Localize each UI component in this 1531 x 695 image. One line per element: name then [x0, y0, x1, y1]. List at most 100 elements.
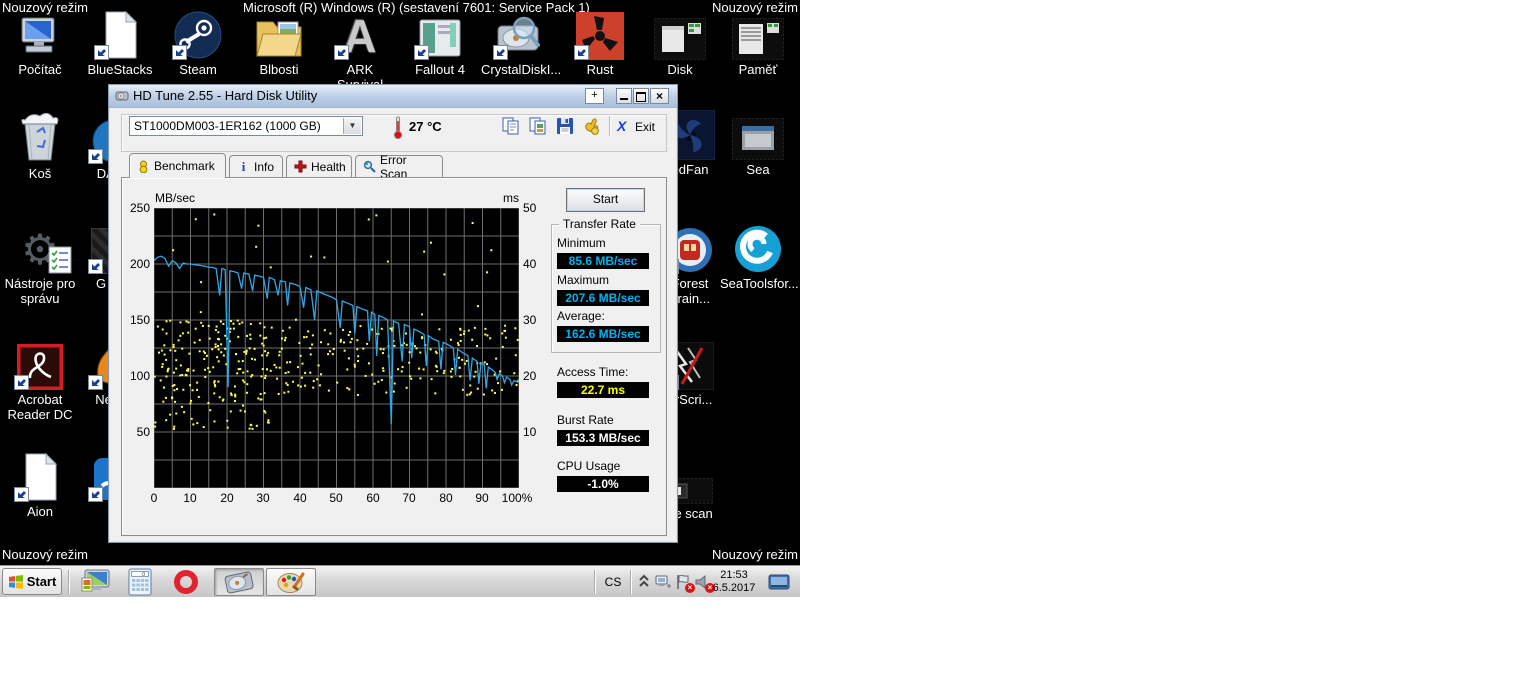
shortcut-arrow-icon: [94, 45, 109, 60]
recycle-bin-icon: [2, 112, 78, 164]
x-tick: 80: [439, 491, 453, 505]
opera-icon[interactable]: [168, 568, 204, 596]
info-icon: i: [241, 159, 246, 174]
ark-icon: A: [322, 8, 398, 60]
action-center-flag-icon[interactable]: ×: [674, 573, 695, 593]
hdtune-taskbar-button[interactable]: [214, 568, 264, 596]
x-tick: 10: [183, 491, 197, 505]
maximize-button[interactable]: [633, 88, 649, 104]
shortcut-arrow-icon: [414, 45, 429, 60]
access-time-value: 22.7 ms: [557, 382, 649, 398]
steam-icon: [160, 8, 236, 60]
shortcut-arrow-icon: [493, 45, 508, 60]
access-time-label: Access Time:: [557, 365, 629, 379]
benchmark-icon: [137, 160, 150, 173]
x-tick: 60: [366, 491, 380, 505]
language-indicator[interactable]: CS: [600, 572, 626, 592]
start-menu-button[interactable]: Start: [2, 568, 62, 595]
x-tick: 0: [150, 491, 158, 505]
tab-health[interactable]: Health: [286, 155, 352, 177]
tab-error-scan[interactable]: Error Scan: [355, 153, 443, 181]
desktop-icon-acrobat[interactable]: Acrobat Reader DC: [2, 338, 78, 422]
tray-clock[interactable]: 21:53 6.5.2017: [706, 569, 762, 595]
burst-rate-label: Burst Rate: [557, 413, 614, 427]
taskbar: Start 0 CS × × 21:53 6.5.2017: [0, 565, 800, 597]
close-button[interactable]: ×: [650, 88, 669, 104]
desktop-icon-steam[interactable]: Steam: [160, 8, 236, 77]
paint-palette-icon: [277, 572, 305, 593]
desktop-icon-sea[interactable]: Sea: [720, 108, 796, 177]
desktop-icon-blbosti[interactable]: Blbosti: [241, 8, 317, 77]
minimum-value: 85.6 MB/sec: [557, 253, 649, 269]
x-tick: 90: [475, 491, 489, 505]
shortcut-arrow-icon: [88, 259, 103, 274]
thermometer-icon: [393, 115, 403, 140]
y-tick-left: 150: [129, 313, 150, 327]
x-tick: 30: [256, 491, 270, 505]
tray-expand-chevron-icon[interactable]: [638, 572, 652, 592]
desktop-icon-crystaldiskinfo[interactable]: CrystalDiskI...: [481, 8, 561, 77]
display-properties-icon[interactable]: [78, 568, 114, 596]
minimize-button[interactable]: [616, 88, 632, 104]
magnifier-icon: [363, 160, 376, 173]
window-titlebar[interactable]: HD Tune 2.55 - Hard Disk Utility + ×: [109, 85, 677, 108]
desktop-icon-disk[interactable]: Disk: [642, 8, 718, 77]
fallout-icon: [402, 8, 478, 60]
network-tray-icon[interactable]: [654, 573, 672, 591]
x-tick: 50: [329, 491, 343, 505]
toolbar-separator: [609, 116, 610, 136]
tab-info[interactable]: i Info: [229, 155, 283, 177]
shortcut-arrow-icon: [14, 375, 29, 390]
desktop-icon-pocitac[interactable]: Počítač: [2, 8, 78, 77]
show-desktop-icon[interactable]: [768, 574, 790, 590]
paint-taskbar-button[interactable]: [266, 568, 316, 596]
icon-label: Blbosti: [259, 62, 299, 77]
tab-label: Info: [254, 159, 275, 174]
crystaldisk-icon: [481, 8, 557, 60]
exit-icon[interactable]: X: [617, 118, 626, 134]
window-thumbnail-icon: [720, 8, 796, 60]
pin-button[interactable]: +: [585, 88, 604, 104]
desktop-icon-rust[interactable]: Rust: [562, 8, 638, 77]
window-title: HD Tune 2.55 - Hard Disk Utility: [133, 88, 318, 103]
health-cross-icon: [294, 160, 307, 173]
desktop-icon-bluestacks[interactable]: BlueStacks: [82, 8, 158, 77]
tab-label: Health: [311, 159, 346, 174]
y-tick-left: 100: [129, 369, 150, 383]
maximum-label: Maximum: [557, 273, 610, 287]
chevron-down-icon[interactable]: ▼: [343, 118, 361, 134]
taskbar-separator: [594, 570, 595, 594]
icon-label: Rust: [586, 62, 614, 77]
document-shortcut-icon: [2, 450, 78, 502]
icon-label: Steam: [179, 62, 217, 77]
y-tick-left: 250: [129, 201, 150, 215]
options-icon[interactable]: [582, 116, 602, 136]
x-tick: 100%: [501, 491, 533, 505]
desktop: Microsoft (R) Windows (R) (sestavení 760…: [0, 0, 800, 565]
shortcut-arrow-icon: [172, 45, 187, 60]
tab-label: Benchmark: [154, 159, 215, 173]
calculator-icon[interactable]: 0: [122, 568, 158, 596]
y-tick-left: 200: [129, 257, 150, 271]
desktop-icon-fallout4[interactable]: Fallout 4: [402, 8, 478, 77]
icon-label: Sea: [746, 162, 770, 177]
desktop-icon-seatools[interactable]: SeaToolsfor...: [720, 222, 799, 291]
desktop-icon-nastroje[interactable]: ⚙ Nástroje pro správu: [2, 222, 78, 306]
desktop-icon-aion[interactable]: Aion: [2, 450, 78, 519]
copy-image-icon[interactable]: [528, 116, 548, 136]
exit-button-label[interactable]: Exit: [635, 120, 655, 134]
acrobat-icon: [2, 338, 78, 390]
copy-icon[interactable]: [501, 116, 521, 136]
tab-benchmark[interactable]: Benchmark: [129, 153, 226, 178]
y-tick-right: 30: [523, 313, 537, 327]
drive-select[interactable]: ST1000DM003-1ER162 (1000 GB) ▼: [129, 116, 363, 136]
save-icon[interactable]: [555, 116, 575, 136]
tray-time: 21:53: [720, 569, 748, 581]
icon-label: Paměť: [738, 62, 778, 77]
tray-date: 6.5.2017: [712, 582, 756, 594]
desktop-icon-pamet[interactable]: Paměť: [720, 8, 796, 77]
desktop-icon-kos[interactable]: Koš: [2, 112, 78, 181]
safe-mode-watermark-bottom-left: Nouzový režim: [2, 547, 88, 562]
start-benchmark-button[interactable]: Start: [566, 188, 645, 212]
icon-label: Koš: [28, 166, 52, 181]
